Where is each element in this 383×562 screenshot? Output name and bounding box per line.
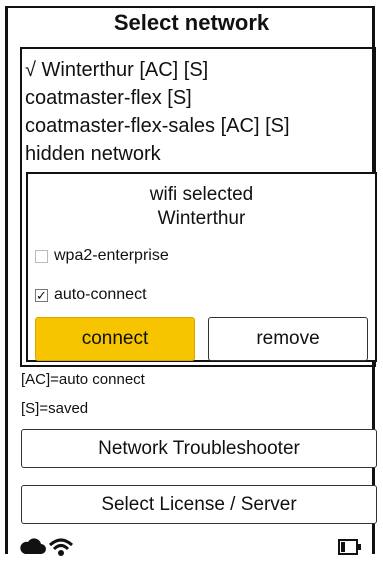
network-item-coatmaster-flex-sales[interactable]: coatmaster-flex-sales [AC] [S] <box>25 115 290 138</box>
remove-button[interactable]: remove <box>208 317 368 361</box>
wpa2-enterprise-option[interactable]: wpa2-enterprise <box>35 247 169 265</box>
wpa2-enterprise-checkbox[interactable] <box>35 249 48 263</box>
auto-connect-checkbox[interactable]: ✓ <box>35 288 48 302</box>
dialog-network-name: Winterthur <box>157 208 246 229</box>
battery-icon <box>338 539 361 555</box>
cloud-icon <box>20 538 46 554</box>
legend-saved: [S]=saved <box>21 400 89 417</box>
auto-connect-option[interactable]: ✓ auto-connect <box>35 286 147 304</box>
wifi-dialog: wifi selected Winterthur wpa2-enterprise… <box>26 172 377 362</box>
auto-connect-label: auto-connect <box>54 286 147 303</box>
wifi-icon <box>48 538 74 556</box>
network-troubleshooter-button[interactable]: Network Troubleshooter <box>21 429 377 468</box>
network-item-hidden[interactable]: hidden network <box>25 143 161 166</box>
network-item-winterthur[interactable]: √ Winterthur [AC] [S] <box>25 59 208 82</box>
select-license-server-button[interactable]: Select License / Server <box>21 485 377 524</box>
network-item-coatmaster-flex[interactable]: coatmaster-flex [S] <box>25 87 192 110</box>
dialog-title: wifi selected <box>149 184 254 205</box>
page-title: Select network <box>113 10 270 35</box>
connect-button[interactable]: connect <box>35 317 195 361</box>
wpa2-enterprise-label: wpa2-enterprise <box>54 247 169 264</box>
legend-auto-connect: [AC]=auto connect <box>21 371 145 388</box>
